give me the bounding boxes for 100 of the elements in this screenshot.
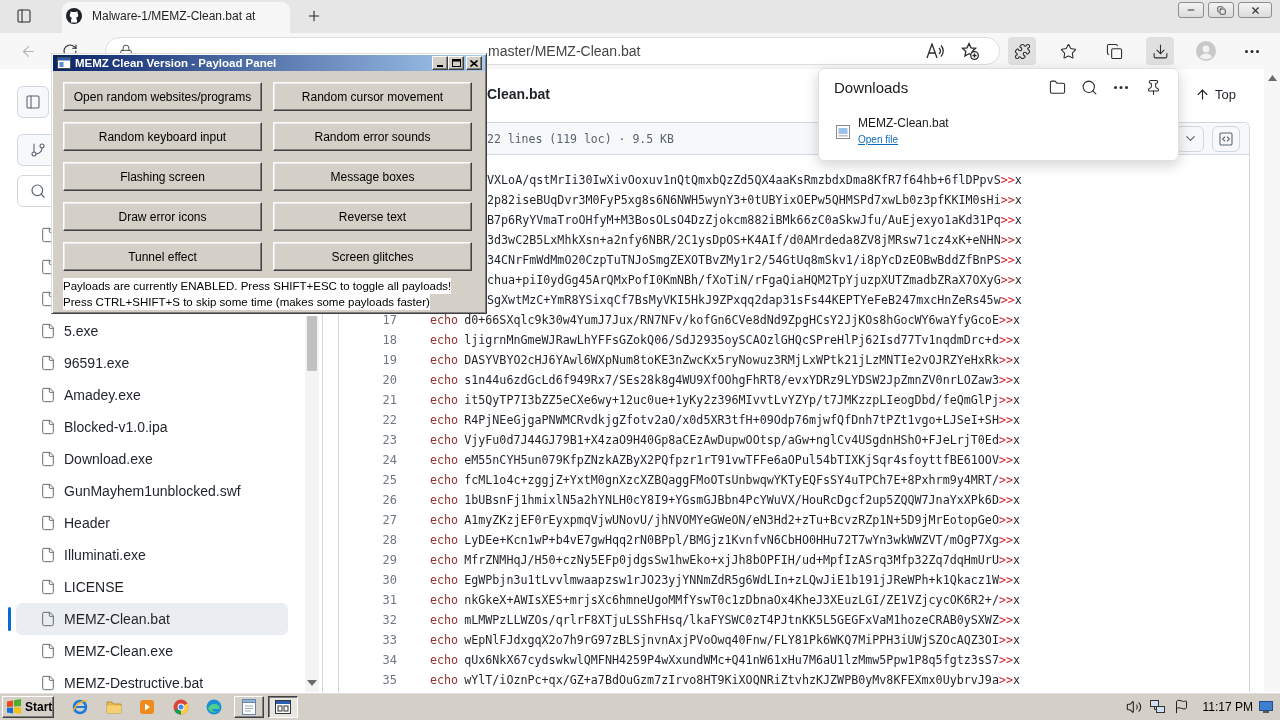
line-number: 33 <box>381 633 397 647</box>
keyword-text: echo <box>430 333 459 347</box>
code-text: VXLoA/qstMrIi30IwXivOoxuv1nQtQmxbQzZd5QX4aaKsRmzbdxDma8KfR7f64hb+6flDPpvS <box>487 173 1001 187</box>
target-text: x <box>1013 313 1021 327</box>
line-number: 20 <box>381 373 397 387</box>
code-text: 3d3wC2B5LxMhkXsn+a2nfy6NBR/2C1ysDpOS+K4AIf/d0AMrdeda8ZV8jMRsw71cz4xK+eNHN <box>487 233 1001 247</box>
line-number: 22 <box>381 413 397 427</box>
line-number: 27 <box>381 513 397 527</box>
keyword-text: echo <box>430 373 459 387</box>
operator-text: >> <box>998 513 1013 527</box>
status-text: Press CTRL+SHIFT+S to skip some time (makes some payloads faster) <box>63 294 430 310</box>
operator-text: >> <box>998 653 1013 667</box>
line-number: 17 <box>381 313 397 327</box>
operator-text: >> <box>998 613 1013 627</box>
target-text: x <box>1014 273 1022 287</box>
target-text: x <box>1013 673 1021 687</box>
target-text: x <box>1013 493 1021 507</box>
operator-text: >> <box>1000 213 1015 227</box>
operator-text: >> <box>998 373 1013 387</box>
code-text: d0+66SXqlc9k30w4YumJ7Jux/RN7NFv/kofGn6CVe8dNd9ZpgHCsY2JjKOs8hGocWY6waYfyGcoE <box>464 313 999 327</box>
target-text: x <box>1013 413 1021 427</box>
keyword-text: echo <box>430 453 459 467</box>
target-text: x <box>1013 533 1021 547</box>
code-text: eM55nCYH5un079KfpZNzkAZByX2PQfpzr1rT91vwTFFe6aOPul54bTIXKjSqr4sfoyttfBE61OOV <box>464 453 999 467</box>
target-text: x <box>1013 353 1021 367</box>
target-text: x <box>1014 173 1022 187</box>
keyword-text: echo <box>430 533 459 547</box>
line-number: 23 <box>381 433 397 447</box>
file-stats: 22 lines (119 loc) · 9.5 KB <box>487 131 674 146</box>
target-text: x <box>1013 453 1021 467</box>
operator-text: >> <box>1000 193 1015 207</box>
target-text: x <box>1013 613 1021 627</box>
operator-text: >> <box>998 673 1013 687</box>
operator-text: >> <box>998 353 1013 367</box>
operator-text: >> <box>998 453 1013 467</box>
line-number: 34 <box>381 653 397 667</box>
operator-text: >> <box>998 633 1013 647</box>
code-text: fcML1o4c+zggjZ+YxtM0gnXzcXZBQaggFMoOTsUnbwqwYKTyEQFsSY4uTPCh7E+8Pxhrm9y4MRT/ <box>464 473 999 487</box>
code-text: ljigrnMnGmeWJRawLhYFFsGZokQ06/SdJ2935oySCAOzlGHQcSPreHlPj62Isd77Tv1nqdmDrc+d <box>464 333 999 347</box>
code-text: B7p6RyYVmaTroOHfyM+M3BosOLsO4DzZjokcm882iBMk66zC0aSkwJfu/AuEjexyo1aKd31Pq <box>487 213 1001 227</box>
line-number: 26 <box>381 493 397 507</box>
code-text: MfrZNMHqJ/H50+czNy5EFp0jdgsSw1hwEko+xjJh8bOPFIH/ud+MpfIzASrq3Mfp32Zq7dqHmUrU <box>464 553 999 567</box>
target-text: x <box>1013 553 1021 567</box>
code-text: SgXwtMzC+YmR8YSixqCf7BsMyVKI5HkJ9ZPxqq2dap31sFs44KEPTYeFeB247mxcHnZeRs45w <box>487 293 1001 307</box>
keyword-text: echo <box>430 513 459 527</box>
keyword-text: echo <box>430 673 459 687</box>
code-text: wEpNlFJdxgqX2o7h9rG97zBLSjnvnAxjPVoOwq40Fnw/FLY81Pk6WKQ7MiPPH3iUWjSZOcAQZ3OI <box>464 633 999 647</box>
target-text: x <box>1013 393 1021 407</box>
keyword-text: echo <box>430 493 459 507</box>
code-text: mLMWPzLLWZOs/qrlrF8XTjuLSShFHsq/lkaFYSWC0zT4PJtnKK5L5GEGFxVaM1hozeCRAB0ySXWZ <box>464 613 999 627</box>
target-text: x <box>1013 573 1021 587</box>
code-text: chua+piI0ydGg45ArQMxPofI0KmNBh/fXoTiN/rFgaQiaHQM2TpYjuzpXUTZmadbZRaX7OXyG <box>487 273 1001 287</box>
code-text: A1myZKzjEF0rEyxpmqVjwUNovU/jhNVOMYeGWeON/eN3Hd2+zTu+BcvzRZp1N+5D9jMrEotopGeO <box>464 513 999 527</box>
keyword-text: echo <box>430 353 459 367</box>
code-text: 34CNrFmWdMmO20CzpTuTNJoSmgZEXOTBvZMy1r2/54GtUq8mSkv1/i8pYcDzEOBwBddZfBnPS <box>487 253 1001 267</box>
line-number: 31 <box>381 593 397 607</box>
keyword-text: echo <box>430 653 459 667</box>
operator-text: >> <box>1000 173 1015 187</box>
line-number: 19 <box>381 353 397 367</box>
target-text: x <box>1013 373 1021 387</box>
target-text: x <box>1013 633 1021 647</box>
operator-text: >> <box>998 473 1013 487</box>
code-text: DASYVBYO2cHJ6YAwl6WXpNum8toKE3nZwcKx5ryNowuz3RMjLxWPtk21jLzMNTIe2vOJRZYeHxRk <box>464 353 999 367</box>
operator-text: >> <box>998 493 1013 507</box>
operator-text: >> <box>998 593 1013 607</box>
code-text: 1bUBsnFj1hmixlN5a2hYNLH0cY8I9+YGsmGJBbn4PcYWuVX/HouRcDgcf2up5ZQQW7JnaYxXPk6D <box>464 493 999 507</box>
target-text: x <box>1013 593 1021 607</box>
keyword-text: echo <box>430 433 459 447</box>
operator-text: >> <box>998 553 1013 567</box>
code-text: qUx6NkX67cydswkwlQMFNH4259P4wXxundWMc+Q41nW61xHu7M6aU1lzMmw5Ppw1P8q5fgtz3sS7 <box>464 653 999 667</box>
operator-text: >> <box>1000 253 1015 267</box>
operator-text: >> <box>998 313 1013 327</box>
operator-text: >> <box>998 573 1013 587</box>
target-text: x <box>1014 253 1022 267</box>
keyword-text: echo <box>430 593 459 607</box>
line-number: 32 <box>381 613 397 627</box>
target-text: x <box>1013 473 1021 487</box>
keyword-text: echo <box>430 553 459 567</box>
target-text: x <box>1014 233 1022 247</box>
line-number: 35 <box>381 673 397 687</box>
line-number: 30 <box>381 573 397 587</box>
line-number: 18 <box>381 333 397 347</box>
line-number: 28 <box>381 533 397 547</box>
file-title: Clean.bat <box>487 86 550 102</box>
keyword-text: echo <box>430 413 459 427</box>
keyword-text: echo <box>430 473 459 487</box>
line-number: 24 <box>381 453 397 467</box>
operator-text: >> <box>1000 233 1015 247</box>
operator-text: >> <box>1000 293 1015 307</box>
download-file-name: MEMZ-Clean.bat <box>858 116 949 131</box>
code-text: 2p82iseBUqDvr3M0FyP5xg8s6N6NWH5wynY3+0tUBYixOEPw5QHMSPd7xwLb0z3pfKKIM0sHi <box>487 193 1001 207</box>
operator-text: >> <box>998 533 1013 547</box>
target-text: x <box>1014 193 1022 207</box>
status-text: Payloads are currently ENABLED. Press SHIFT+ESC to toggle all payloads! <box>63 278 452 294</box>
target-text: x <box>1013 433 1021 447</box>
code-text: it5QyTP7I3bZZ5eCXe6wy+12uc0ue+1yKy2z396MIvvtLvYZYp/t7JMKzzpLIeogDbd/feQmGlPj <box>464 393 999 407</box>
target-text: x <box>1013 333 1021 347</box>
code-text: EgWPbjn3u1tLvvlmwaapzsw1rJO23yjYNNmZdR5g6WdLIn+zLQwJiE1b191jJReWPh+k1Qkacz1W <box>464 573 999 587</box>
target-text: x <box>1013 513 1021 527</box>
operator-text: >> <box>1000 273 1015 287</box>
